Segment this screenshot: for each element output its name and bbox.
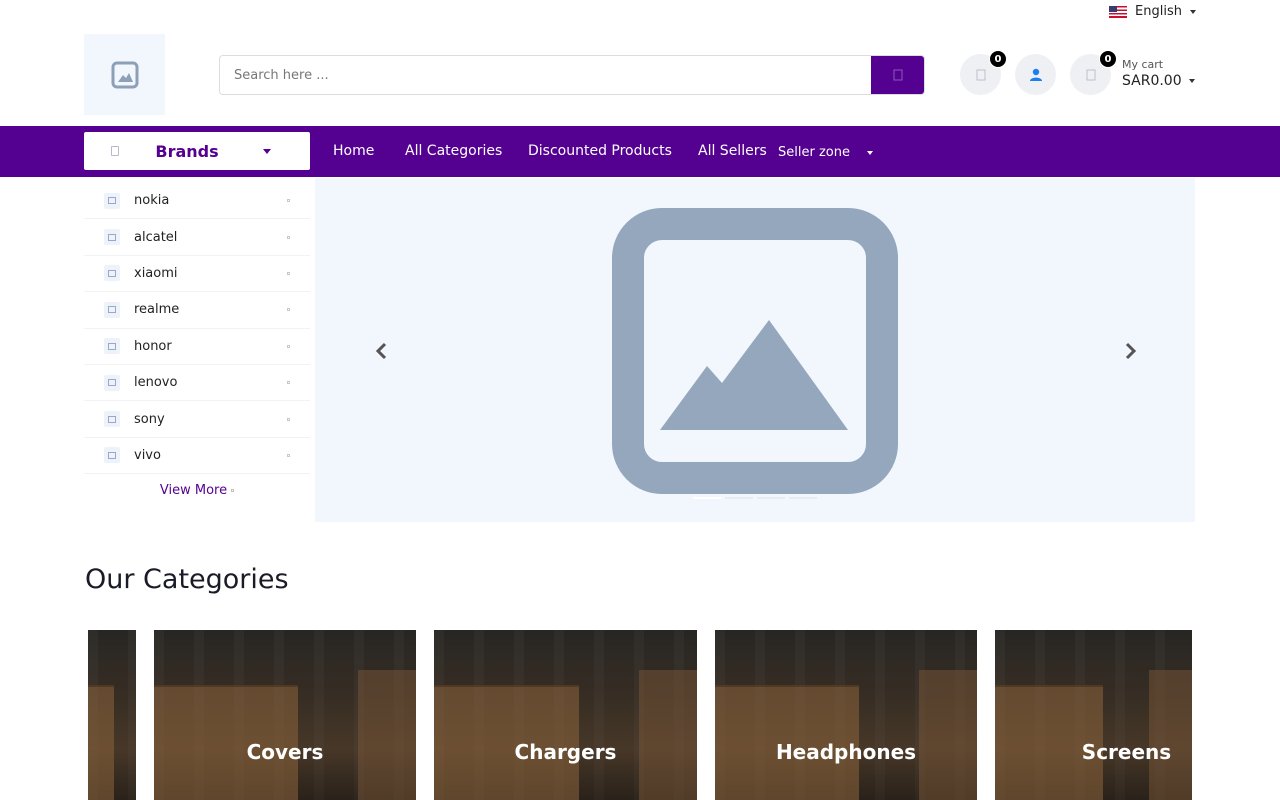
image-placeholder-icon — [111, 61, 138, 88]
category-name: Screens — [1081, 740, 1172, 764]
chevron-left-icon[interactable] — [373, 341, 391, 361]
brands-dropdown[interactable]: Brands — [84, 132, 310, 170]
language-label: English — [1135, 4, 1182, 19]
category-image — [358, 670, 416, 800]
view-more-link[interactable]: View More — [84, 483, 310, 498]
language-selector[interactable]: English — [1109, 4, 1196, 19]
brand-icon — [104, 265, 120, 282]
brand-icon — [104, 374, 120, 391]
cart-button[interactable]: 0 — [1070, 50, 1117, 95]
hero-banner-slider — [315, 178, 1195, 522]
chevron-right-icon — [287, 271, 290, 275]
chevron-right-icon — [287, 453, 290, 457]
sidebar-item-label: lenovo — [134, 375, 178, 391]
chevron-right-icon — [287, 344, 290, 348]
sidebar-item[interactable]: sony — [84, 401, 310, 438]
heart-icon — [976, 69, 985, 80]
sidebar-item[interactable]: alcatel — [84, 219, 310, 256]
search-input[interactable] — [220, 56, 871, 94]
brands-sidebar: nokia alcatel xiaomi realme honor lenovo… — [84, 183, 310, 498]
slider-dot[interactable] — [789, 497, 817, 499]
sidebar-item-label: xiaomi — [134, 265, 178, 281]
sidebar-item[interactable]: realme — [84, 292, 310, 329]
chevron-right-icon — [287, 417, 290, 421]
wishlist-button[interactable]: 0 — [960, 50, 1007, 95]
chevron-right-icon — [231, 489, 235, 493]
slider-dot[interactable] — [693, 497, 721, 499]
brand-icon — [104, 301, 120, 318]
category-image — [919, 670, 977, 800]
sidebar-item[interactable]: vivo — [84, 438, 310, 475]
brand-icon — [104, 229, 120, 246]
user-icon — [1029, 68, 1042, 81]
cart-label: My cart — [1122, 58, 1164, 71]
category-image — [639, 670, 697, 800]
category-card[interactable] — [88, 630, 136, 800]
category-name: Covers — [246, 740, 324, 764]
sidebar-item-label: nokia — [134, 193, 170, 209]
sidebar-item-label: vivo — [134, 447, 161, 463]
search-bar — [219, 55, 925, 95]
caret-down-icon — [263, 149, 271, 154]
slider-dot[interactable] — [725, 497, 753, 499]
sidebar-item-label: alcatel — [134, 229, 178, 245]
chevron-right-icon — [287, 381, 290, 385]
caret-down-icon — [867, 151, 873, 155]
search-button[interactable] — [871, 56, 924, 94]
wishlist-count-badge: 0 — [989, 50, 1007, 68]
caret-down-icon — [1188, 79, 1195, 83]
cart-count-badge: 0 — [1099, 50, 1117, 68]
brands-label: Brands — [155, 141, 219, 161]
section-title: Our Categories — [85, 564, 289, 595]
category-image — [1148, 670, 1192, 800]
nav-all-categories[interactable]: All Categories — [405, 143, 502, 159]
brand-icon — [104, 411, 120, 428]
category-name: Headphones — [775, 740, 917, 764]
nav-discounted-products[interactable]: Discounted Products — [528, 143, 672, 159]
cart-amount-row: SAR0.00 — [1122, 73, 1195, 89]
site-logo[interactable] — [84, 34, 165, 115]
slider-dot[interactable] — [757, 497, 785, 499]
brand-icon — [104, 338, 120, 355]
chevron-right-icon — [287, 235, 290, 239]
image-placeholder-icon — [612, 208, 898, 494]
nav-seller-zone[interactable]: Seller zone — [778, 145, 850, 160]
top-bar: English — [0, 0, 1280, 26]
sidebar-item[interactable]: nokia — [84, 183, 310, 220]
sidebar-item-label: realme — [134, 302, 180, 318]
category-image — [88, 685, 115, 800]
category-card[interactable]: Screens — [995, 630, 1192, 800]
view-more-label: View More — [159, 483, 228, 499]
category-name: Chargers — [514, 740, 617, 764]
brand-icon — [104, 192, 120, 209]
account-button[interactable] — [1015, 54, 1056, 95]
us-flag-icon — [1109, 5, 1128, 18]
chevron-right-icon[interactable] — [1121, 341, 1139, 361]
cart-icon — [1086, 69, 1095, 80]
category-card[interactable]: Covers — [154, 630, 416, 800]
chevron-right-icon — [287, 199, 290, 203]
sidebar-item[interactable]: honor — [84, 329, 310, 365]
slider-dots — [693, 497, 817, 499]
category-card[interactable]: Chargers — [434, 630, 697, 800]
caret-down-icon — [1190, 9, 1196, 14]
chevron-right-icon — [287, 308, 290, 312]
sidebar-item[interactable]: lenovo — [84, 365, 310, 402]
main-nav: Brands Home All Categories Discounted Pr… — [0, 126, 1280, 177]
cart-summary[interactable]: My cart SAR0.00 — [1122, 58, 1195, 89]
sidebar-item[interactable]: xiaomi — [84, 256, 310, 293]
search-icon — [893, 69, 902, 81]
sidebar-item-label: honor — [134, 338, 172, 354]
nav-home[interactable]: Home — [333, 143, 374, 159]
cart-amount: SAR0.00 — [1122, 73, 1182, 89]
brand-icon — [104, 447, 120, 464]
nav-all-sellers[interactable]: All Sellers — [698, 143, 767, 159]
category-card[interactable]: Headphones — [715, 630, 977, 800]
sidebar-item-label: sony — [134, 411, 165, 427]
